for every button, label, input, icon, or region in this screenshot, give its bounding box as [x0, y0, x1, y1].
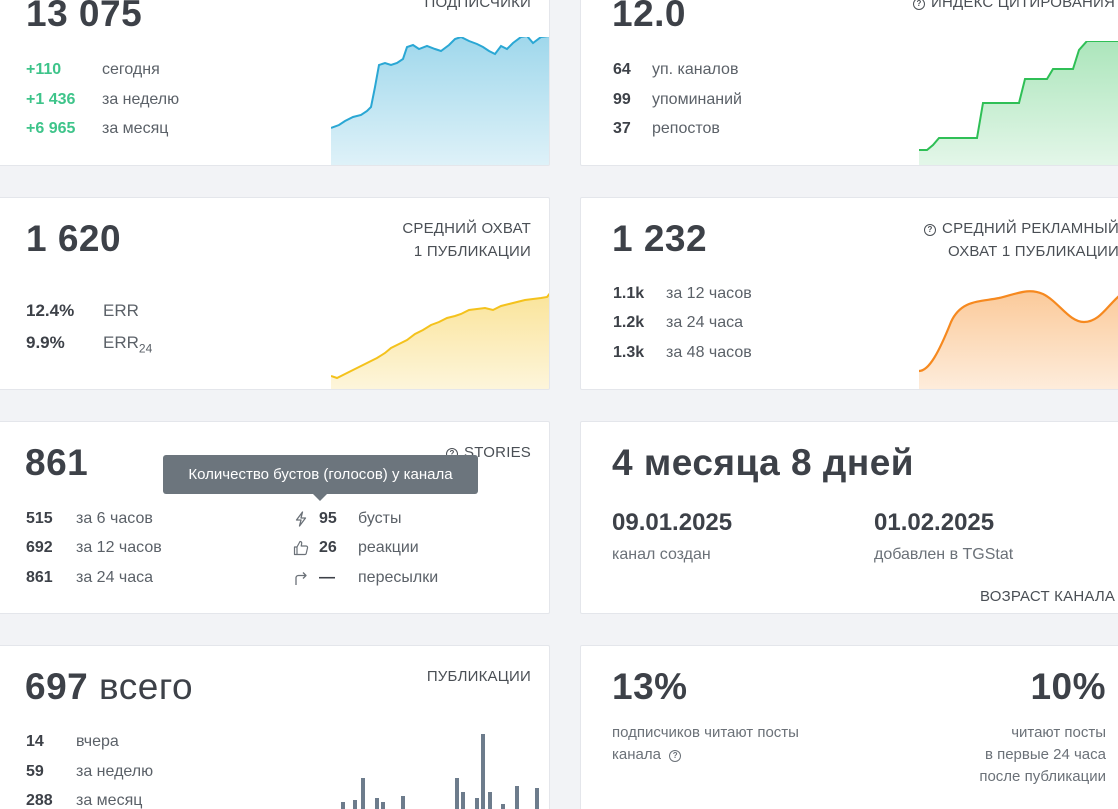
posts-bar [381, 802, 385, 809]
stories-card: 861 ? STORIES 515 за 6 часов 692 за 12 ча… [0, 421, 550, 614]
ad-reach-sparkline [919, 290, 1118, 389]
posts-bar [501, 804, 505, 809]
lightning-icon [295, 511, 307, 527]
question-icon[interactable]: ? [924, 224, 937, 236]
posts-bar [353, 800, 357, 809]
subscribers-card: 13 075 ПОДПИСЧИКИ +110 сегодня +1 436 за… [0, 0, 550, 166]
posts-bar [488, 792, 492, 809]
ad-reach-value: 1 232 [612, 218, 708, 259]
question-icon[interactable]: ? [913, 0, 925, 10]
question-icon[interactable]: ? [669, 750, 682, 762]
posts-title: ПУБЛИКАЦИИ [426, 668, 531, 685]
reach-sparkline [331, 292, 549, 389]
channel-age-title: ВОЗРАСТ КАНАЛА [980, 588, 1116, 605]
read-share-left-value: 13% [612, 666, 688, 707]
ad-reach-title: ? СРЕДНИЙ РЕКЛАМНЫЙ ОХВАТ 1 ПУБЛИКАЦИИ [921, 217, 1118, 263]
subscribers-sparkline [331, 37, 549, 165]
read-share-card: 13% подписчиков читают посты канала ? 10… [580, 645, 1118, 809]
posts-bar [361, 778, 365, 809]
posts-bar [475, 798, 479, 809]
citation-index-value: 12.0 [612, 0, 687, 34]
read-share-right-value: 10% [1030, 666, 1106, 707]
reach-title: СРЕДНИЙ ОХВАТ 1 ПУБЛИКАЦИИ [402, 220, 531, 260]
channel-age-value: 4 месяца 8 дней [612, 442, 915, 483]
thumbs-up-icon [293, 540, 309, 556]
created-label: канал создан [612, 546, 711, 563]
posts-bar [461, 792, 465, 809]
read-share-right-label: читают посты в первые 24 часа после публ… [979, 724, 1106, 785]
subscribers-count: 13 075 [26, 0, 143, 34]
added-date: 01.02.2025 [874, 509, 995, 536]
posts-bar [515, 786, 519, 809]
citation-card: 12.0 ? ИНДЕКС ЦИТИРОВАНИЯ 64 уп. каналов … [580, 0, 1118, 166]
subscribers-title: ПОДПИСЧИКИ [424, 0, 531, 11]
stories-value: 861 [25, 442, 89, 483]
added-label: добавлен в TGStat [874, 546, 1014, 563]
posts-bar [481, 734, 485, 809]
channel-age-card: 4 месяца 8 дней 09.01.2025 канал создан … [580, 421, 1118, 614]
citation-sparkline [919, 41, 1118, 165]
citation-title: ? ИНДЕКС ЦИТИРОВАНИЯ [913, 0, 1115, 14]
created-date: 09.01.2025 [612, 509, 733, 536]
posts-bar-chart [341, 734, 539, 809]
reach-card: 1 620 СРЕДНИЙ ОХВАТ 1 ПУБЛИКАЦИИ 12.4% E… [0, 197, 550, 390]
read-share-left-label: подписчиков читают посты канала ? [612, 724, 799, 763]
posts-bar [341, 802, 345, 809]
boosts-tooltip: Количество бустов (голосов) у канала [163, 455, 478, 501]
posts-bar [535, 788, 539, 809]
posts-card: 697 всего ПУБЛИКАЦИИ 14 вчера 59 за неде… [0, 645, 550, 809]
posts-total: 697 всего [25, 666, 194, 707]
posts-bar [401, 796, 405, 809]
reach-value: 1 620 [26, 218, 122, 259]
posts-bar [455, 778, 459, 809]
ad-reach-card: 1 232 ? СРЕДНИЙ РЕКЛАМНЫЙ ОХВАТ 1 ПУБЛИКА… [580, 197, 1118, 390]
forward-arrow-icon [295, 572, 307, 585]
posts-bar [375, 798, 379, 809]
